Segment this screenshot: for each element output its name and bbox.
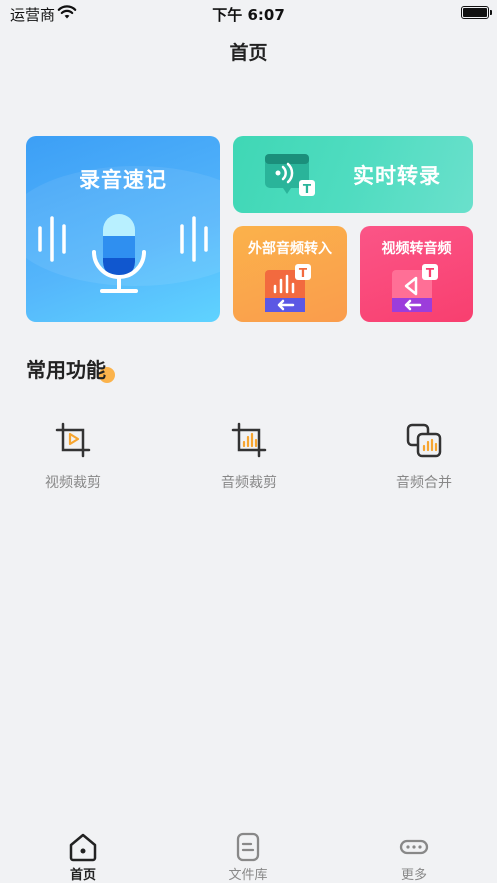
audio-merge-label: 音频合并 (396, 475, 452, 491)
svg-text:T: T (426, 266, 435, 280)
page-title: 首页 (229, 42, 268, 64)
transcribe-icon: T (265, 154, 315, 196)
tab-file-library-label: 文件库 (228, 868, 268, 883)
video-crop-label: 视频裁剪 (45, 475, 101, 491)
bottom-tab-bar: 首页 文件库 更多 (0, 822, 497, 883)
svg-text:T: T (299, 266, 308, 280)
status-time: 下午 6:07 (212, 6, 285, 24)
video-crop-icon (55, 422, 91, 458)
home-icon (69, 833, 97, 862)
battery-icon (461, 6, 492, 19)
tab-more-label: 更多 (400, 868, 427, 883)
more-icon (399, 839, 429, 855)
tab-more[interactable]: 更多 (364, 832, 464, 883)
file-library-icon (236, 832, 260, 862)
tab-home[interactable]: 首页 (33, 832, 133, 883)
video-to-audio-icon: T (392, 264, 438, 312)
audio-crop-icon (231, 422, 267, 458)
live-transcribe-card[interactable]: T 实时转录 (233, 136, 473, 213)
audio-crop-button[interactable]: 音频裁剪 (189, 422, 309, 492)
audio-crop-label: 音频裁剪 (221, 475, 277, 491)
tab-file-library[interactable]: 文件库 (198, 832, 298, 883)
video-to-audio-card[interactable]: 视频转音频 T (360, 226, 473, 322)
audio-merge-icon (406, 423, 442, 458)
audio-import-icon: T (265, 264, 311, 312)
video-crop-button[interactable]: 视频裁剪 (13, 422, 133, 492)
status-bar: 运营商 下午 6:07 (0, 0, 497, 26)
video-to-audio-label: 视频转音频 (381, 241, 452, 257)
tab-home-label: 首页 (69, 868, 96, 883)
live-transcribe-label: 实时转录 (353, 164, 441, 188)
quick-record-label: 录音速记 (79, 168, 167, 192)
audio-import-card[interactable]: 外部音频转入 T (233, 226, 347, 322)
audio-import-label: 外部音频转入 (248, 241, 332, 257)
microphone-icon (38, 214, 208, 293)
audio-merge-button[interactable]: 音频合并 (364, 422, 484, 492)
section-title: 常用功能 (26, 358, 106, 382)
svg-text:T: T (303, 182, 312, 196)
quick-record-card[interactable]: 录音速记 (26, 136, 220, 322)
